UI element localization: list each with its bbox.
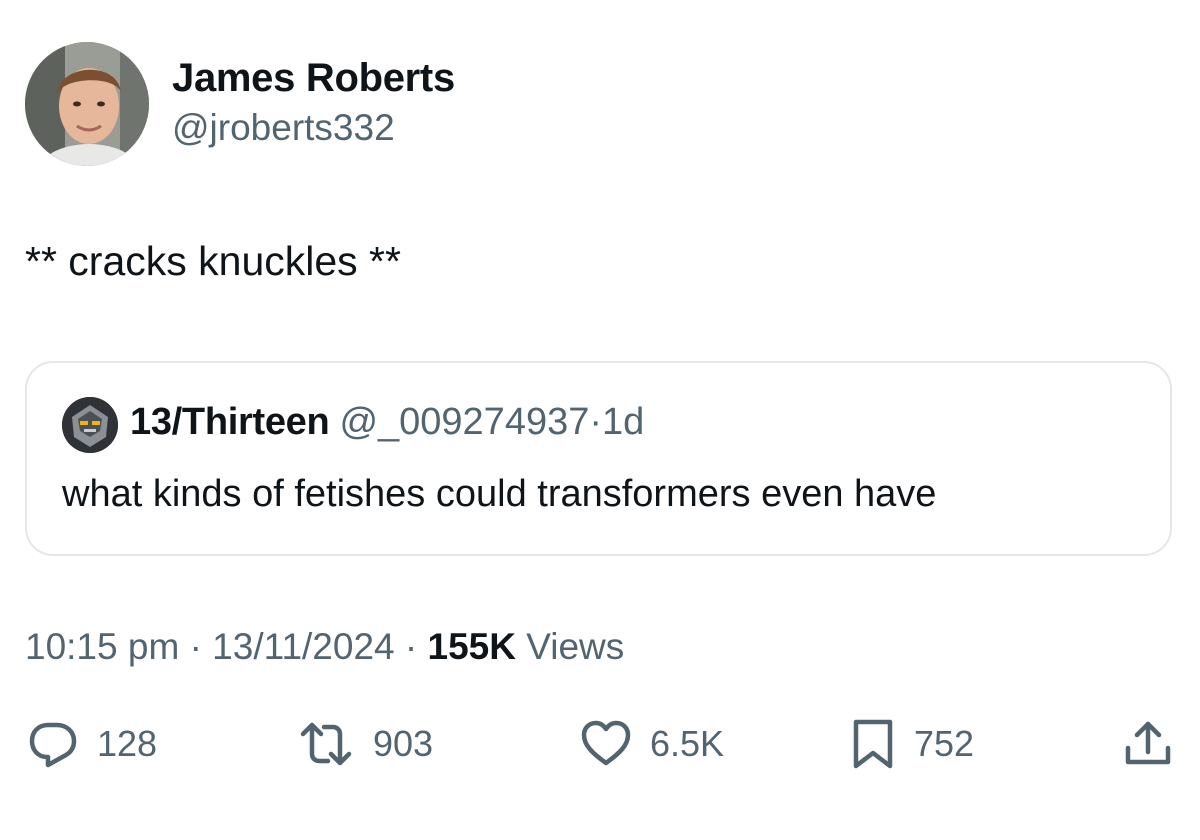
author-handle[interactable]: @jroberts332 xyxy=(172,107,395,149)
quoted-tweet-header: 13/Thirteen @_009274937·1d xyxy=(130,401,644,444)
reply-button[interactable]: 128 xyxy=(25,716,157,772)
author-photo xyxy=(25,42,149,166)
quoted-timestamp[interactable]: 1d xyxy=(602,401,644,443)
bookmark-icon xyxy=(853,719,893,769)
meta-separator: · xyxy=(189,626,202,667)
quoted-separator: · xyxy=(589,401,603,443)
retweet-icon xyxy=(300,722,352,766)
like-button[interactable]: 6.5K xyxy=(578,716,724,772)
author-avatar[interactable] xyxy=(25,42,149,166)
views-label: Views xyxy=(526,626,625,667)
views-count: 155K xyxy=(427,626,516,667)
share-button[interactable] xyxy=(1120,716,1176,772)
author-display-name[interactable]: James Roberts xyxy=(172,56,455,101)
retweet-count: 903 xyxy=(373,723,434,764)
reply-icon xyxy=(29,722,77,768)
reply-count: 128 xyxy=(97,723,158,764)
quoted-tweet-text: what kinds of fetishes could transformer… xyxy=(62,473,937,515)
quoted-tweet-card[interactable]: 13/Thirteen @_009274937·1d what kinds of … xyxy=(25,361,1172,556)
bookmark-button[interactable]: 752 xyxy=(848,716,974,772)
quoted-author-handle[interactable]: @_009274937 xyxy=(339,401,589,443)
tweet-time[interactable]: 10:15 pm xyxy=(25,626,179,667)
tweet-meta: 10:15 pm · 13/11/2024 · 155K Views xyxy=(25,626,624,668)
like-count: 6.5K xyxy=(650,723,725,764)
tweet-text: ** cracks knuckles ** xyxy=(25,238,401,284)
tweet-card: James Roberts @jroberts332 ** cracks knu… xyxy=(0,0,1200,840)
share-icon xyxy=(1125,721,1171,765)
retweet-button[interactable]: 903 xyxy=(295,716,433,772)
heart-icon xyxy=(581,720,631,766)
robot-avatar-icon xyxy=(62,397,118,453)
bookmark-count: 752 xyxy=(914,723,975,764)
tweet-date[interactable]: 13/11/2024 xyxy=(212,626,394,667)
quoted-author-display-name[interactable]: 13/Thirteen xyxy=(130,401,330,443)
quoted-author-avatar[interactable] xyxy=(62,397,118,453)
meta-separator: · xyxy=(404,626,418,667)
